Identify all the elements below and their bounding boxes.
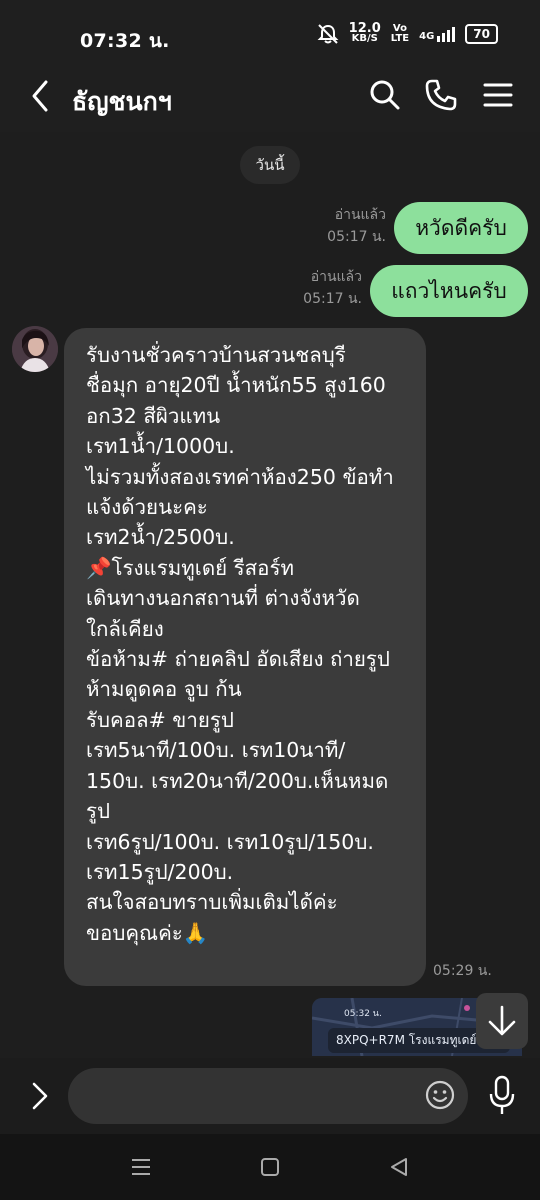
message-line: รับงานชั่วคราวบ้านสวนชลบุรี: [86, 343, 346, 367]
volte-indicator: Vo LTE: [390, 23, 410, 44]
home-icon[interactable]: [257, 1154, 283, 1180]
message-input[interactable]: [68, 1068, 468, 1124]
message-line: 150บ. เรท20นาที/200บ.เห็นหมด: [86, 768, 389, 793]
search-icon[interactable]: [368, 78, 402, 112]
avatar-image: [12, 326, 58, 372]
battery-icon: 70: [465, 24, 498, 44]
received-message-bubble[interactable]: รับงานชั่วคราวบ้านสวนชลบุรี ชื่อมุก อายุ…: [64, 328, 426, 986]
message-time: 05:17 น.: [327, 229, 386, 245]
arrow-down-icon: [488, 1005, 516, 1036]
message-line: แจ้งด้วยนะคะ: [86, 495, 208, 520]
message-line: ขอบคุณค่ะ🙏: [86, 920, 209, 945]
emoji-icon[interactable]: [424, 1079, 456, 1111]
message-line: เรท5นาที/100บ. เรท10นาที/: [86, 738, 346, 763]
message-line: ใกล้เคียง: [86, 616, 164, 641]
mute-icon: [317, 24, 339, 44]
message-meta: อ่านแล้ว 05:17 น.: [276, 266, 362, 310]
chat-title[interactable]: ธัญชนกฯ: [72, 82, 172, 122]
system-navigation-bar: [0, 1134, 540, 1200]
microphone-icon[interactable]: [486, 1074, 518, 1118]
message-line: อก32 สีผิวแทน: [86, 403, 221, 428]
status-time: 07:32 น.: [80, 30, 170, 52]
message-line: สนใจสอบทราบเพิ่มเติมได้ค่ะ: [86, 890, 338, 915]
message-input-bar: [0, 1058, 540, 1134]
sent-message-bubble[interactable]: หวัดดีครับ: [394, 202, 528, 254]
recent-apps-icon[interactable]: [128, 1154, 154, 1180]
date-separator: วันนี้: [240, 146, 300, 184]
chat-header: ธัญชนกฯ: [0, 62, 540, 132]
status-icons: 12.0 KB/S Vo LTE 4G 70: [317, 21, 498, 44]
message-line: เรท1น้ำ/1000บ.: [86, 434, 235, 459]
message-meta: อ่านแล้ว 05:17 น.: [300, 204, 386, 248]
status-bar: 07:32 น. 12.0 KB/S Vo LTE 4G 70: [0, 0, 540, 62]
signal-icon: 4G: [419, 26, 456, 42]
message-line: ข้อห้าม# ถ่ายคลิป อัดเสียง ถ่ายรูป: [86, 647, 390, 672]
menu-icon[interactable]: [481, 78, 515, 112]
net-speed: 12.0 KB/S: [348, 21, 381, 44]
image-inner-time: 05:32 น.: [344, 1009, 382, 1019]
back-icon[interactable]: [386, 1154, 412, 1180]
message-line: เดินทางนอกสถานที่ ต่างจังหวัด: [86, 586, 360, 611]
read-status: อ่านแล้ว: [310, 269, 362, 285]
message-line: รับคอล# ขายรูป: [86, 707, 234, 732]
message-line: ห้ามดูดคอ จูบ ก้น: [86, 677, 242, 702]
read-status: อ่านแล้ว: [334, 207, 386, 223]
sent-message-bubble[interactable]: แถวไหนครับ: [370, 265, 528, 317]
message-time: 05:17 น.: [303, 291, 362, 307]
back-arrow-icon[interactable]: [26, 76, 56, 116]
message-line: ไม่รวมทั้งสองเรทค่าห้อง250 ข้อทำ: [86, 464, 394, 489]
scroll-to-bottom-button[interactable]: [476, 993, 528, 1049]
message-line: เรท15รูป/200บ.: [86, 859, 234, 884]
message-time: 05:29 น.: [433, 963, 492, 979]
chevron-right-icon[interactable]: [26, 1078, 54, 1114]
message-line: เรท6รูป/100บ. เรท10รูป/150บ.: [86, 829, 374, 854]
message-line: ชื่อมุก อายุ20ปี น้ำหนัก55 สูง160: [86, 373, 386, 398]
phone-icon[interactable]: [424, 78, 458, 112]
message-line: 📌โรงแรมทูเดย์ รีสอร์ท: [86, 555, 295, 580]
message-line: เรท2น้ำ/2500บ.: [86, 525, 235, 550]
message-line: รูป: [86, 799, 111, 824]
contact-avatar[interactable]: [12, 326, 58, 372]
